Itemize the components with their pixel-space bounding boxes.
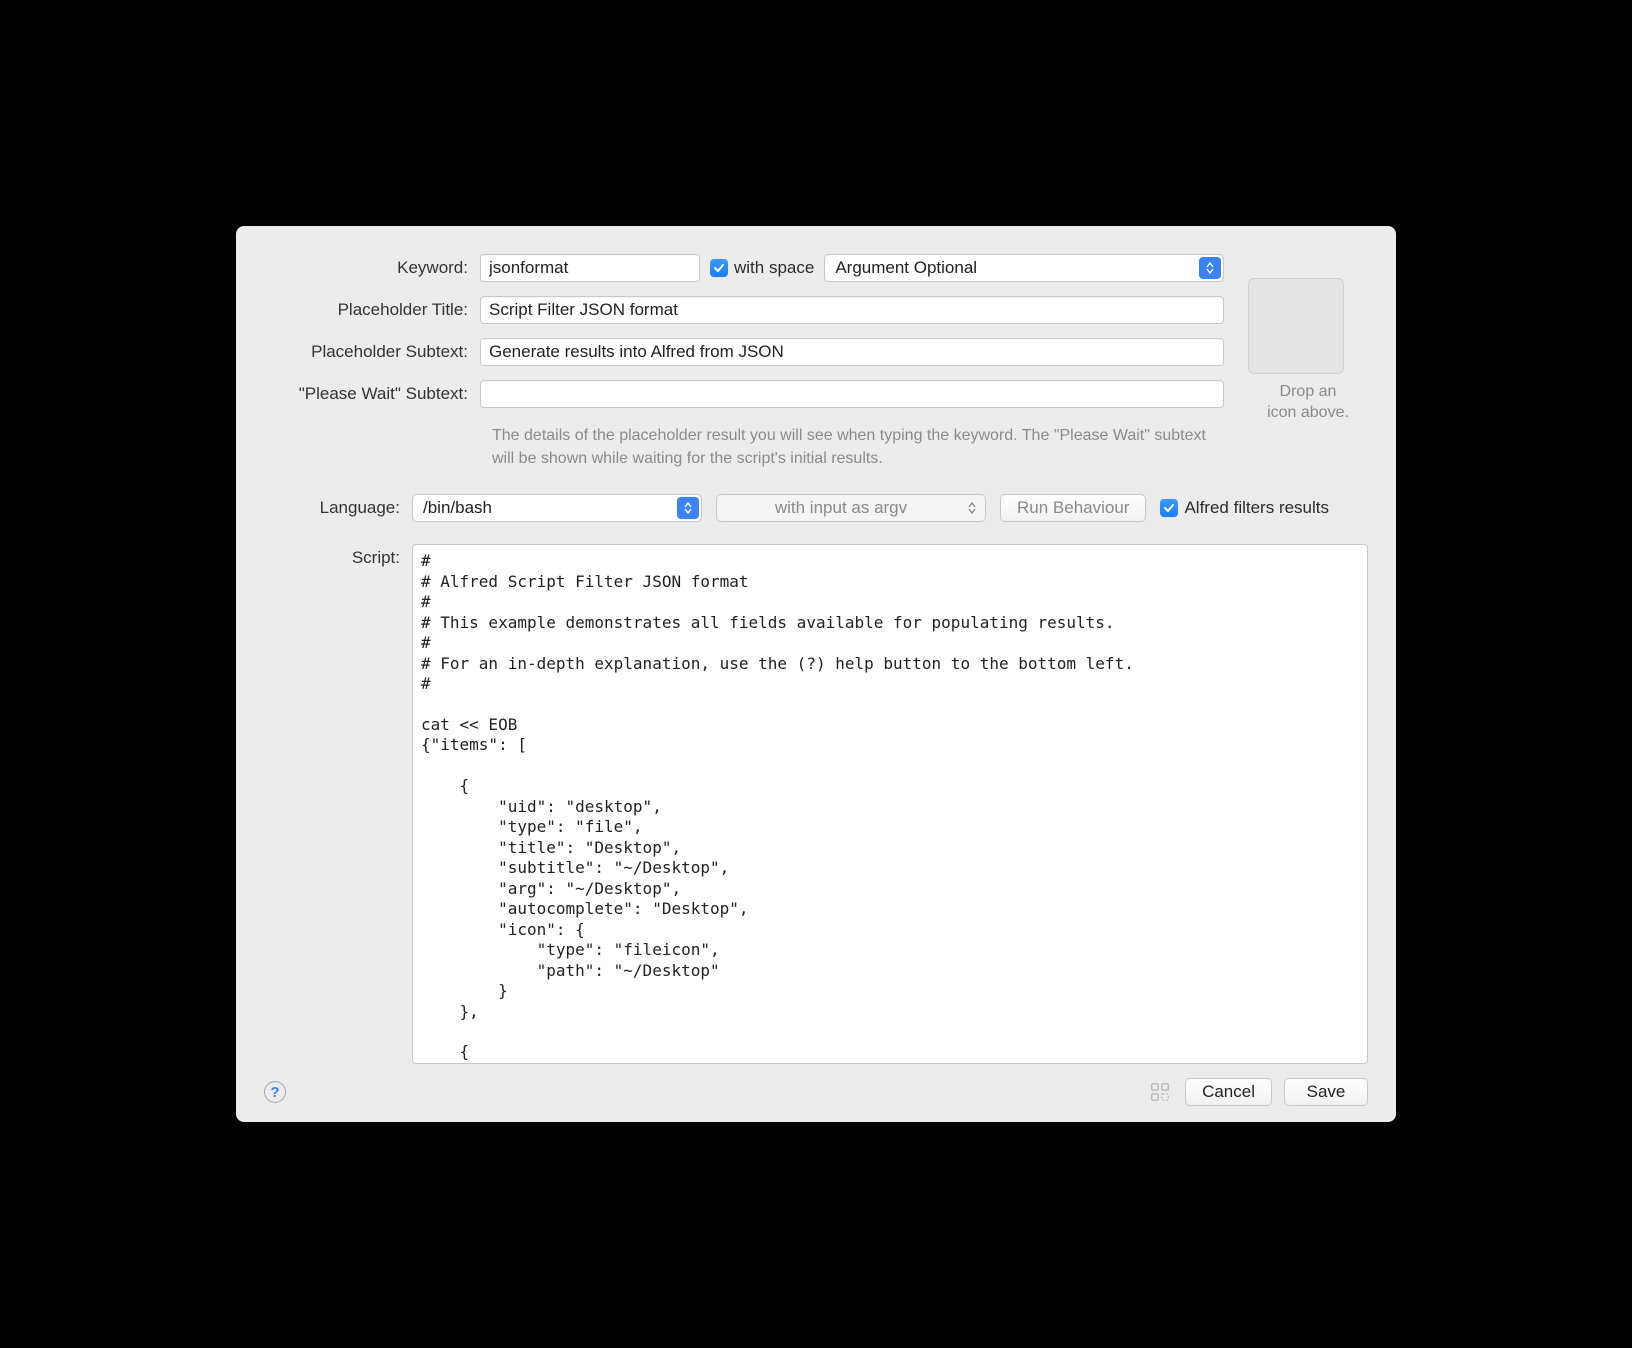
cancel-button[interactable]: Cancel	[1185, 1078, 1272, 1106]
please-wait-subtext-input[interactable]	[480, 380, 1224, 408]
select-arrows-icon	[961, 497, 983, 519]
placeholder-subtext-input[interactable]	[480, 338, 1224, 366]
with-space-label: with space	[734, 258, 814, 278]
icon-well-area: Drop an icon above.	[1248, 254, 1368, 424]
placeholder-title-label: Placeholder Title:	[264, 300, 480, 320]
placeholder-hint-text: The details of the placeholder result yo…	[492, 425, 1208, 470]
script-row: Script: # # Alfred Script Filter JSON fo…	[264, 544, 1368, 1064]
keyword-input[interactable]	[480, 254, 700, 282]
script-label: Script:	[264, 544, 412, 568]
language-value: /bin/bash	[423, 498, 492, 518]
help-button[interactable]: ?	[264, 1081, 286, 1103]
script-textarea[interactable]: # # Alfred Script Filter JSON format # #…	[412, 544, 1368, 1064]
check-icon	[1160, 499, 1178, 517]
placeholder-subtext-row: Placeholder Subtext:	[264, 338, 1224, 366]
with-space-checkbox[interactable]: with space	[710, 258, 814, 278]
placeholder-subtext-label: Placeholder Subtext:	[264, 342, 480, 362]
save-button[interactable]: Save	[1284, 1078, 1368, 1106]
placeholder-title-input[interactable]	[480, 296, 1224, 324]
script-filter-config-sheet: Keyword: with space Argument Optional	[236, 226, 1396, 1122]
input-mode-value: with input as argv	[775, 498, 907, 518]
placeholder-title-row: Placeholder Title:	[264, 296, 1224, 324]
check-icon	[710, 259, 728, 277]
question-mark-icon: ?	[270, 1084, 279, 1101]
footer: ? Cancel Save	[264, 1078, 1368, 1106]
icon-well-hint: Drop an icon above.	[1248, 382, 1368, 424]
alfred-filters-label: Alfred filters results	[1184, 498, 1329, 518]
please-wait-subtext-label: "Please Wait" Subtext:	[264, 384, 480, 404]
argument-mode-value: Argument Optional	[835, 258, 977, 278]
alfred-filters-checkbox[interactable]: Alfred filters results	[1160, 498, 1329, 518]
please-wait-subtext-row: "Please Wait" Subtext:	[264, 380, 1224, 408]
argument-mode-select[interactable]: Argument Optional	[824, 254, 1224, 282]
select-arrows-icon	[1199, 257, 1221, 279]
select-arrows-icon	[677, 497, 699, 519]
run-behaviour-button[interactable]: Run Behaviour	[1000, 494, 1146, 522]
icon-drop-well[interactable]	[1248, 278, 1344, 374]
language-select[interactable]: /bin/bash	[412, 494, 702, 522]
input-mode-select[interactable]: with input as argv	[716, 494, 986, 522]
snippet-icon[interactable]	[1147, 1079, 1173, 1105]
keyword-row: Keyword: with space Argument Optional	[264, 254, 1224, 282]
keyword-label: Keyword:	[264, 258, 480, 278]
language-row: Language: /bin/bash with input as argv R…	[264, 494, 1368, 522]
language-label: Language:	[264, 498, 412, 518]
